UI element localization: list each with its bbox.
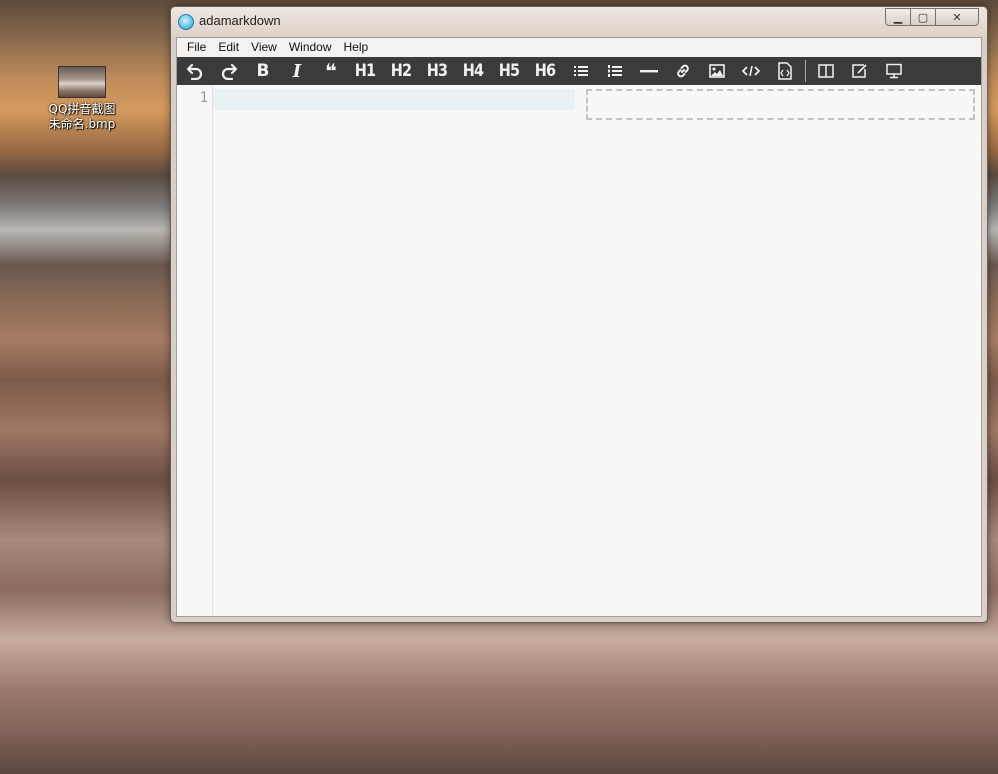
line-number: 1 <box>199 90 208 106</box>
monitor-icon <box>886 63 903 79</box>
ordered-list-button[interactable] <box>603 57 627 85</box>
undo-button[interactable] <box>183 57 207 85</box>
desktop-icon-label: QQ拼音截图未命名.bmp <box>48 102 116 131</box>
link-button[interactable] <box>671 57 695 85</box>
desktop-icon[interactable]: QQ拼音截图未命名.bmp <box>44 66 120 132</box>
h2-label: H2 <box>390 61 412 81</box>
quote-button[interactable]: ❝ <box>319 57 343 85</box>
markdown-input[interactable] <box>213 89 575 110</box>
minimize-icon: ▁ <box>893 10 903 24</box>
line-gutter: 1 <box>177 85 213 616</box>
preview-pane <box>586 89 975 120</box>
code-icon <box>742 65 761 77</box>
close-icon: ✕ <box>952 10 962 24</box>
h6-label: H6 <box>535 61 556 81</box>
preview-mode-button[interactable] <box>882 57 906 85</box>
toolbar-divider <box>805 60 807 82</box>
ordered-list-icon <box>608 65 623 77</box>
app-client: File Edit View Window Help B I ❝ H1 H2 H… <box>176 37 982 617</box>
close-button[interactable]: ✕ <box>935 8 979 26</box>
h4-label: H4 <box>462 61 484 81</box>
h5-button[interactable]: H5 <box>499 57 520 85</box>
h1-button[interactable]: H1 <box>354 57 376 85</box>
maximize-icon: ▢ <box>917 10 929 24</box>
h4-button[interactable]: H4 <box>462 57 484 85</box>
undo-icon <box>186 63 203 80</box>
bold-button[interactable]: B <box>251 57 275 85</box>
horizontal-rule-icon <box>640 70 659 73</box>
bmp-file-icon <box>58 66 106 98</box>
h6-button[interactable]: H6 <box>535 57 556 85</box>
image-button[interactable] <box>705 57 729 85</box>
minimize-button[interactable]: ▁ <box>885 8 911 26</box>
editor-area: 1 <box>177 85 981 616</box>
app-logo-icon <box>178 14 194 30</box>
image-icon <box>709 64 726 78</box>
unordered-list-button[interactable] <box>569 57 593 85</box>
menu-file[interactable]: File <box>181 38 212 57</box>
italic-icon: I <box>292 60 302 82</box>
h1-label: H1 <box>354 61 376 81</box>
format-toolbar: B I ❝ H1 H2 H3 H4 H5 H6 <box>177 57 981 85</box>
edit-icon <box>852 64 867 78</box>
redo-icon <box>221 63 238 80</box>
html-export-button[interactable] <box>773 57 797 85</box>
maximize-button[interactable]: ▢ <box>910 8 936 26</box>
app-window: adamarkdown ▁ ▢ ✕ File Edit View Window … <box>170 6 988 623</box>
quote-icon: ❝ <box>325 59 337 83</box>
horizontal-rule-button[interactable] <box>637 57 661 85</box>
title-bar[interactable]: adamarkdown ▁ ▢ ✕ <box>171 7 987 37</box>
menu-bar: File Edit View Window Help <box>177 38 981 57</box>
h3-label: H3 <box>426 61 448 81</box>
link-icon <box>677 64 690 78</box>
code-button[interactable] <box>739 57 763 85</box>
menu-help[interactable]: Help <box>338 38 375 57</box>
edit-mode-button[interactable] <box>848 57 872 85</box>
menu-window[interactable]: Window <box>283 38 338 57</box>
menu-edit[interactable]: Edit <box>212 38 245 57</box>
unordered-list-icon <box>574 66 589 76</box>
menu-view[interactable]: View <box>245 38 283 57</box>
italic-button[interactable]: I <box>285 57 309 85</box>
window-title: adamarkdown <box>199 13 281 28</box>
redo-button[interactable] <box>217 57 241 85</box>
h2-button[interactable]: H2 <box>390 57 412 85</box>
split-view-icon <box>818 64 835 78</box>
split-view-button[interactable] <box>814 57 838 85</box>
code-file-icon <box>778 62 793 80</box>
h3-button[interactable]: H3 <box>426 57 448 85</box>
bold-icon: B <box>256 61 270 81</box>
h5-label: H5 <box>499 61 520 81</box>
